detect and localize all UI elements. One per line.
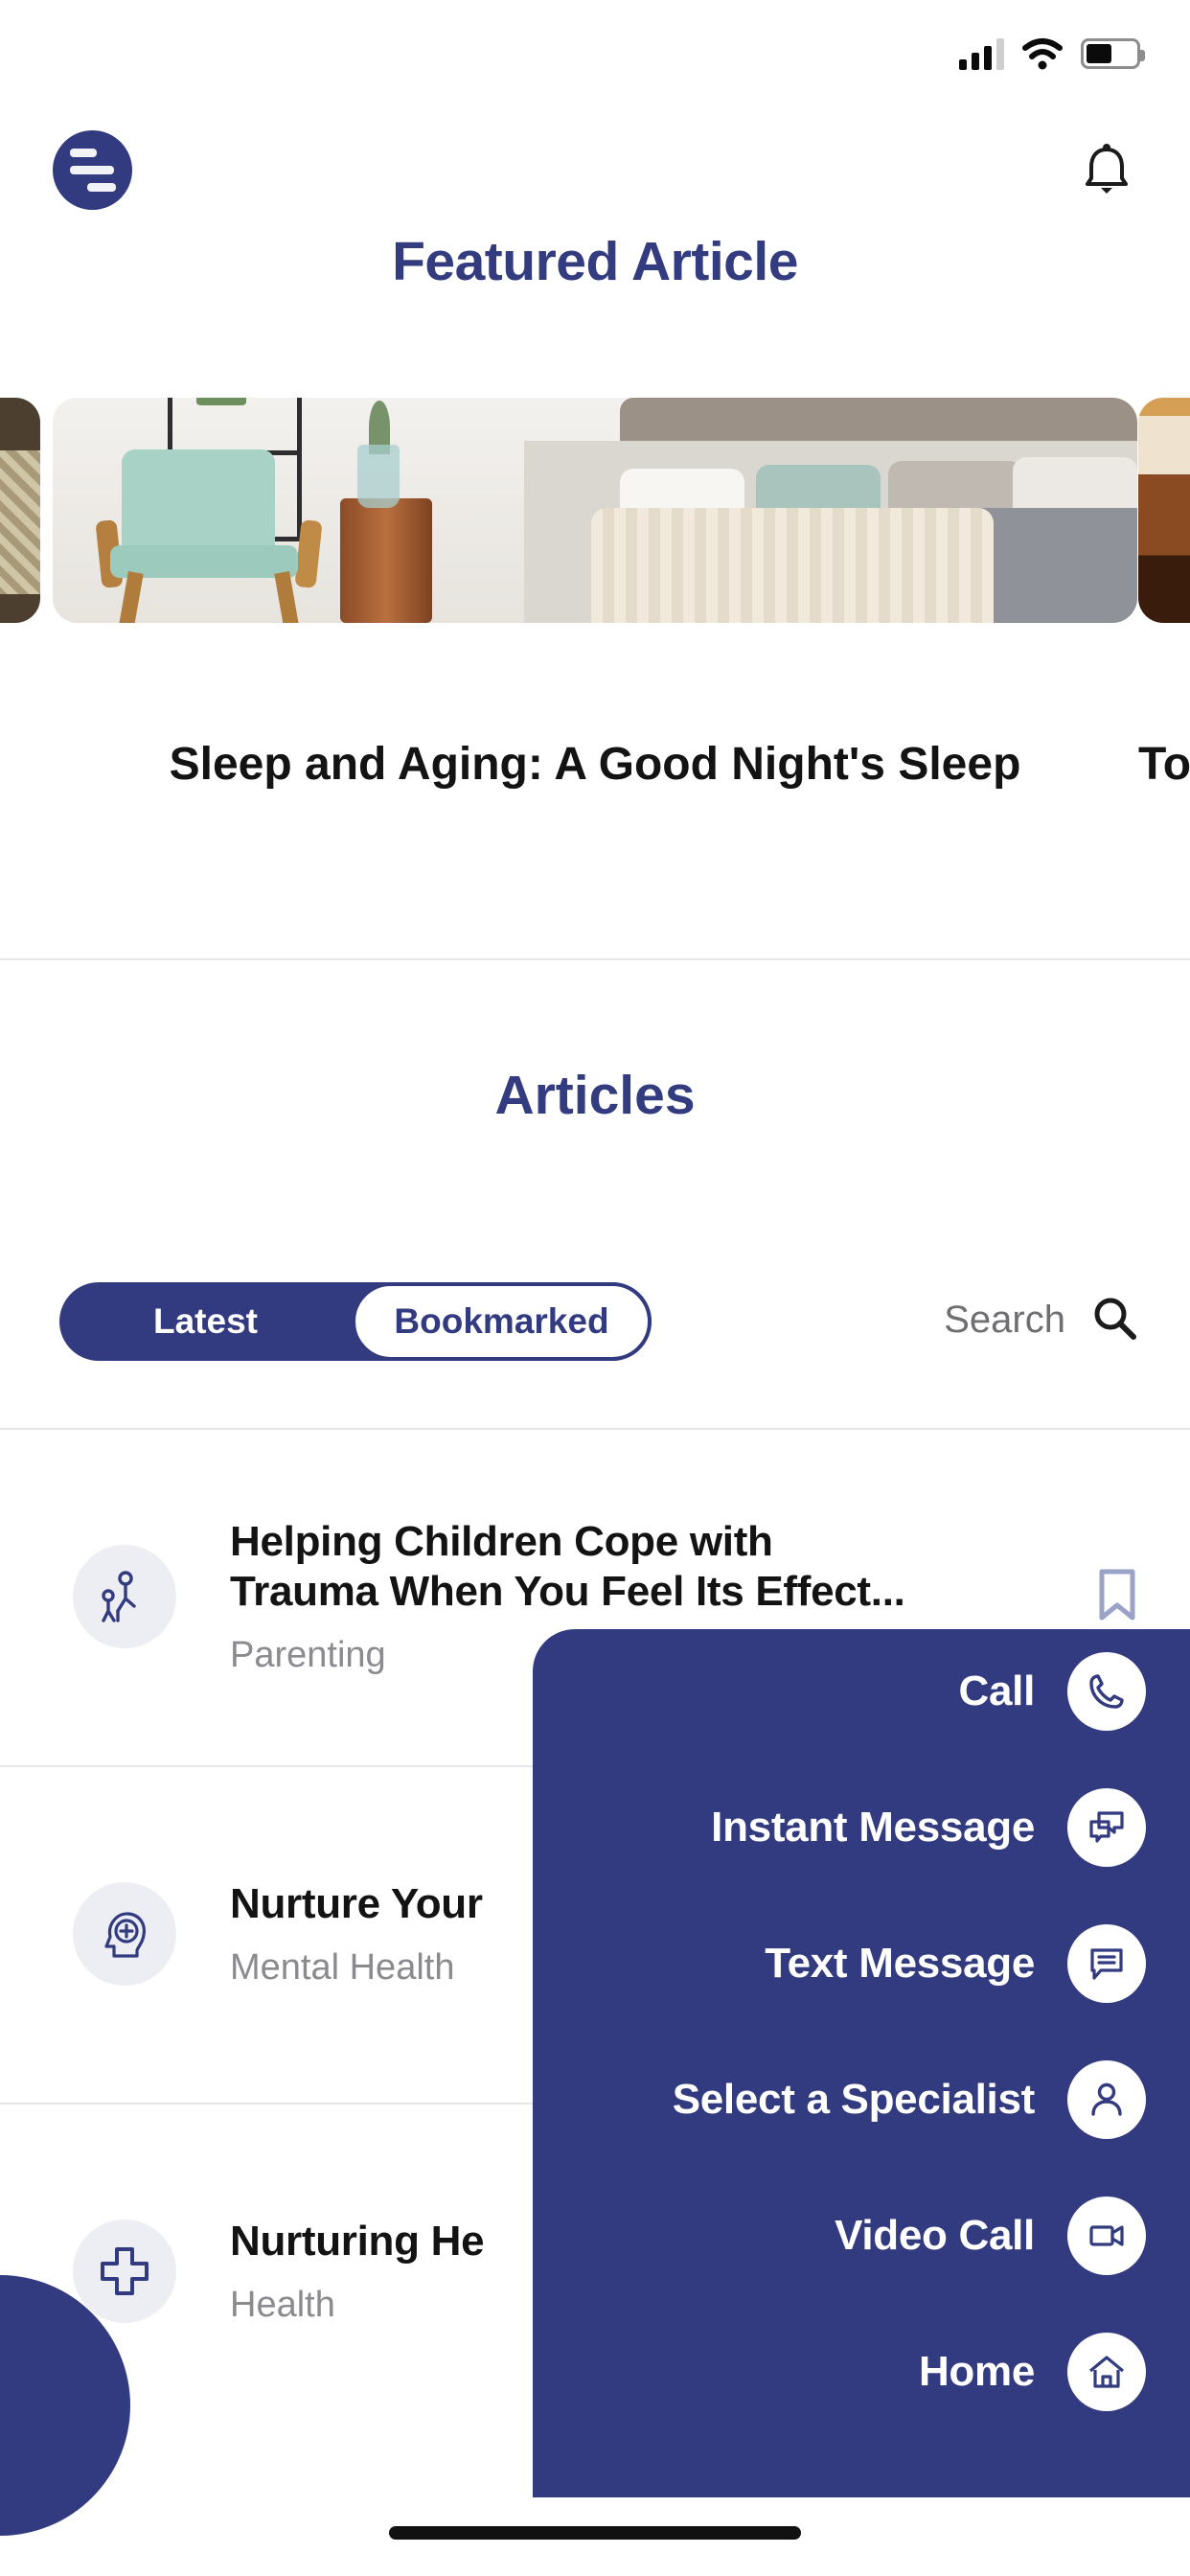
close-icon[interactable]: [441, 2377, 514, 2450]
battery-icon: [1081, 38, 1145, 69]
cellular-signal-icon: [959, 37, 1004, 70]
menu-item-label: Text Message: [765, 1940, 1035, 1987]
tab-bookmarked[interactable]: Bookmarked: [352, 1282, 652, 1361]
menu-item-home[interactable]: Home: [919, 2333, 1146, 2411]
menu-item-label: Call: [958, 1668, 1036, 1714]
featured-carousel[interactable]: [0, 398, 1190, 637]
articles-filter-toggle[interactable]: Latest Bookmarked: [59, 1282, 652, 1361]
phone-icon[interactable]: [1067, 1652, 1146, 1731]
hamburger-menu-icon[interactable]: [53, 129, 132, 210]
menu-item-call[interactable]: Call: [958, 1652, 1146, 1731]
tab-latest[interactable]: Latest: [59, 1282, 352, 1361]
menu-item-instant-message[interactable]: Instant Message: [711, 1788, 1146, 1867]
hot-coffee-cup-image: [1138, 398, 1190, 623]
articles-heading: Articles: [494, 1065, 696, 1126]
featured-card-next-caption: To: [1138, 739, 1190, 790]
menu-item-label: Home: [918, 2348, 1035, 2395]
chat-bubbles-icon[interactable]: [1067, 1788, 1146, 1867]
medical-cross-icon: [73, 2220, 176, 2323]
list-item-title: Helping Children Cope with Trauma When Y…: [230, 1517, 1077, 1617]
search-control[interactable]: Search: [944, 1294, 1138, 1346]
section-divider: [0, 958, 1190, 960]
quick-actions-overlay: Call Instant Message Text Message Select…: [533, 1629, 1190, 2497]
menu-item-label: Select a Specialist: [672, 2076, 1036, 2123]
menu-item-label: Instant Message: [711, 1804, 1035, 1851]
home-icon[interactable]: [1067, 2333, 1146, 2411]
bookmark-icon[interactable]: [1096, 1568, 1138, 1626]
woman-on-patterned-sofa-image: [0, 398, 40, 623]
head-with-medical-cross-icon: [73, 1882, 176, 1986]
app-bar: [0, 107, 1190, 232]
list-item-title-line1: Helping Children Cope with: [230, 1517, 773, 1565]
featured-card-next[interactable]: [1138, 398, 1190, 623]
home-indicator: [389, 2526, 801, 2540]
video-camera-icon[interactable]: [1067, 2196, 1146, 2275]
featured-heading: Featured Article: [392, 231, 798, 292]
message-bubble-icon[interactable]: [1067, 1924, 1146, 2003]
status-bar: [0, 0, 1190, 107]
featured-card-prev[interactable]: [0, 398, 40, 623]
search-label: Search: [944, 1299, 1065, 1341]
person-icon[interactable]: [1067, 2060, 1146, 2139]
wifi-icon: [1021, 37, 1064, 70]
featured-card-current[interactable]: [53, 398, 1137, 623]
search-icon[interactable]: [1090, 1294, 1138, 1346]
featured-card-caption: Sleep and Aging: A Good Night's Sleep: [169, 739, 1021, 790]
parent-and-child-icon: [73, 1545, 176, 1648]
menu-item-text-message[interactable]: Text Message: [765, 1924, 1146, 2003]
bedroom-with-mint-chair-image: [53, 398, 1137, 623]
menu-item-video-call[interactable]: Video Call: [835, 2196, 1146, 2275]
bell-icon[interactable]: [1073, 136, 1140, 203]
list-item-title-line2: Trauma When You Feel Its Effect...: [230, 1567, 905, 1615]
menu-item-select-a-specialist[interactable]: Select a Specialist: [673, 2060, 1146, 2139]
menu-item-label: Video Call: [835, 2212, 1035, 2259]
